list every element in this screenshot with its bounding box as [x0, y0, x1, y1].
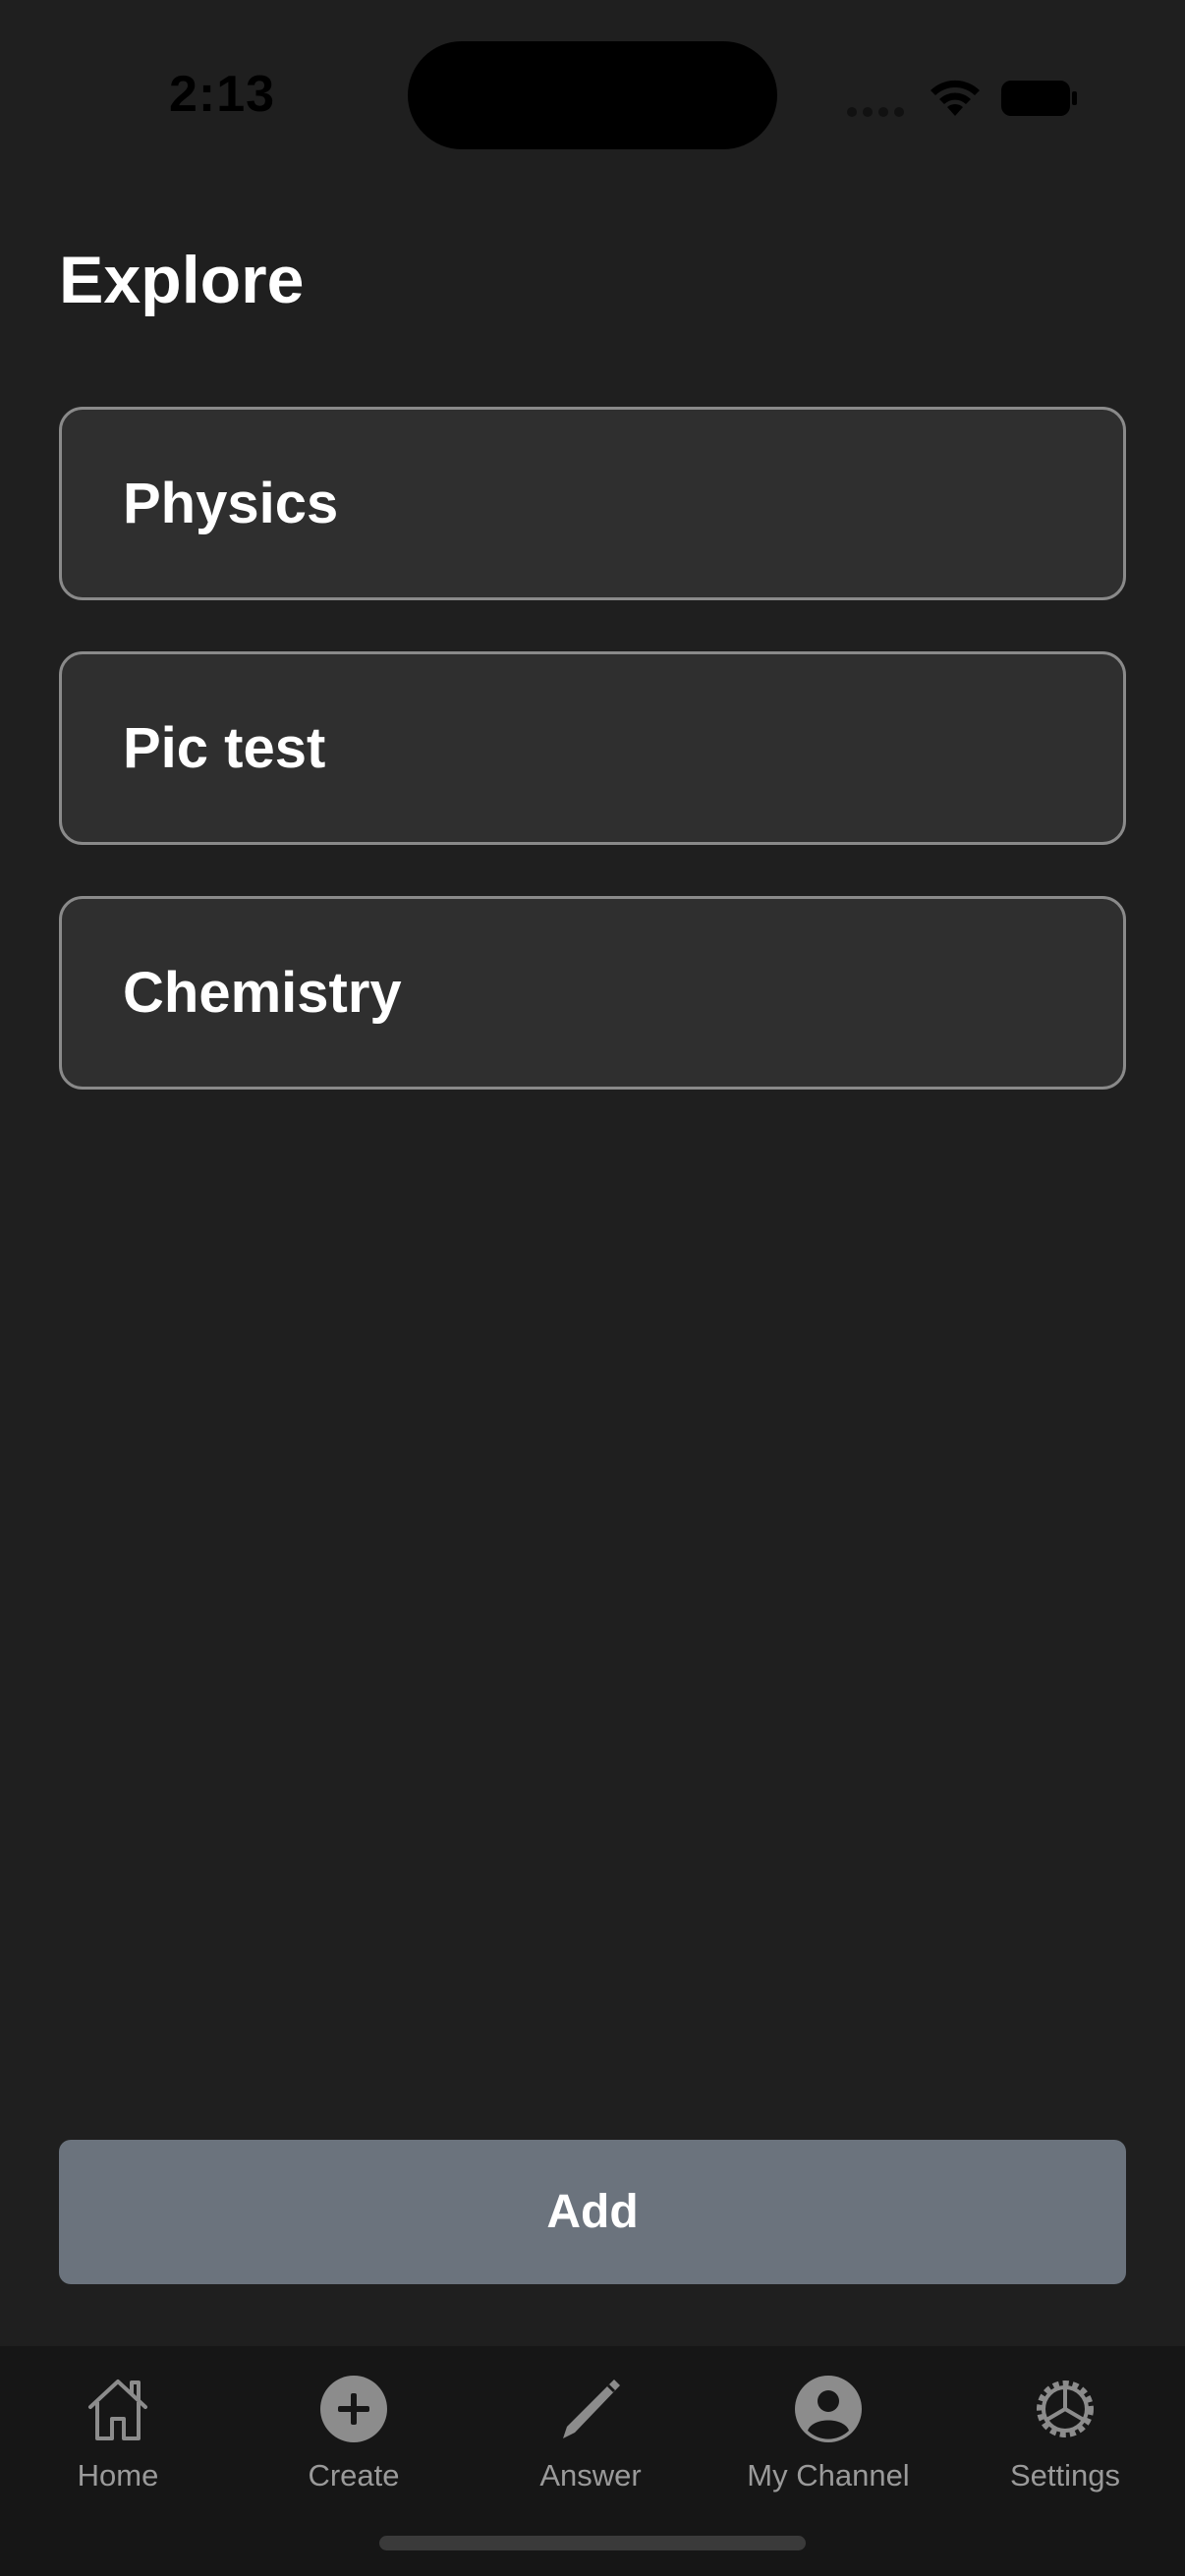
- tab-label: Answer: [539, 2458, 642, 2492]
- add-button[interactable]: Add: [59, 2140, 1126, 2284]
- home-indicator[interactable]: [379, 2536, 806, 2550]
- tab-settings[interactable]: Settings: [947, 2366, 1183, 2513]
- gear-icon: [1037, 2380, 1094, 2437]
- plus-circle-icon: [320, 2376, 387, 2442]
- dynamic-island: [408, 41, 777, 149]
- status-time: 2:13: [169, 66, 276, 123]
- battery-icon: [1001, 81, 1077, 116]
- status-icons: [847, 71, 1083, 122]
- page-title: Explore: [59, 243, 305, 317]
- pencil-icon: [563, 2380, 620, 2438]
- cellular-signal-icon: [847, 104, 910, 122]
- tab-home[interactable]: Home: [0, 2366, 236, 2513]
- topic-card-pic-test[interactable]: Pic test: [59, 651, 1126, 845]
- topic-card-physics[interactable]: Physics: [59, 407, 1126, 600]
- tab-label: Home: [77, 2458, 159, 2492]
- topic-label: Pic test: [123, 716, 326, 780]
- topic-label: Chemistry: [123, 961, 402, 1025]
- tab-create[interactable]: Create: [236, 2366, 472, 2513]
- tab-label: My Channel: [747, 2458, 910, 2492]
- home-icon: [88, 2380, 147, 2440]
- wifi-icon: [931, 80, 980, 116]
- topic-list: Physics Pic test Chemistry: [59, 407, 1126, 1141]
- explore-screen: 2:13 Explore Physics Pic test Chemistry …: [0, 0, 1185, 2576]
- person-circle-icon: [795, 2376, 862, 2442]
- topic-label: Physics: [123, 472, 339, 535]
- tab-my-channel[interactable]: My Channel: [710, 2366, 946, 2513]
- tab-answer[interactable]: Answer: [473, 2366, 708, 2513]
- tab-label: Create: [308, 2458, 400, 2492]
- tab-label: Settings: [1009, 2458, 1120, 2492]
- topic-card-chemistry[interactable]: Chemistry: [59, 896, 1126, 1090]
